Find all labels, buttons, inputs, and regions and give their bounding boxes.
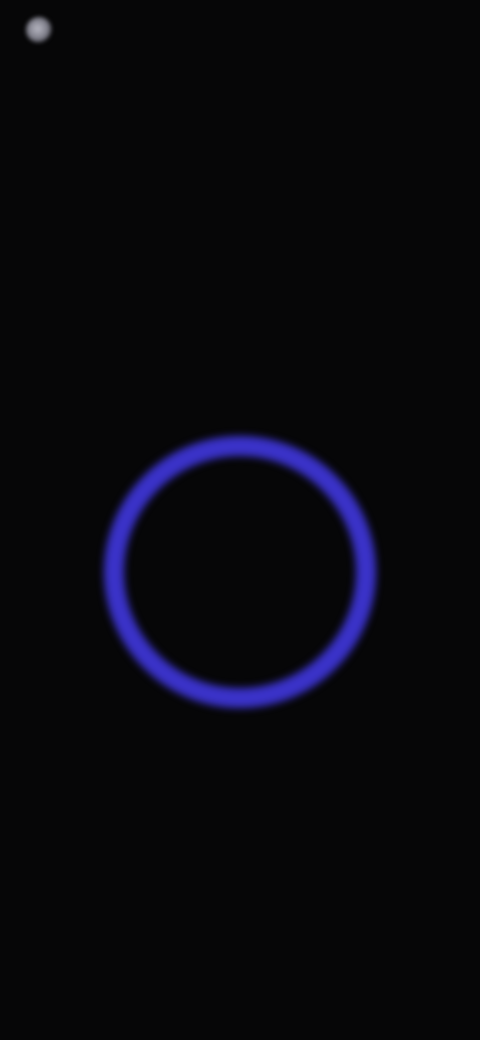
header [26,14,62,46]
app-logo-icon[interactable] [26,17,52,43]
progress-ring [100,432,380,712]
progress-center [100,520,380,522]
progress-ring-graphic [104,436,376,708]
title-block [40,272,440,286]
progress-ring-fill [104,436,376,708]
